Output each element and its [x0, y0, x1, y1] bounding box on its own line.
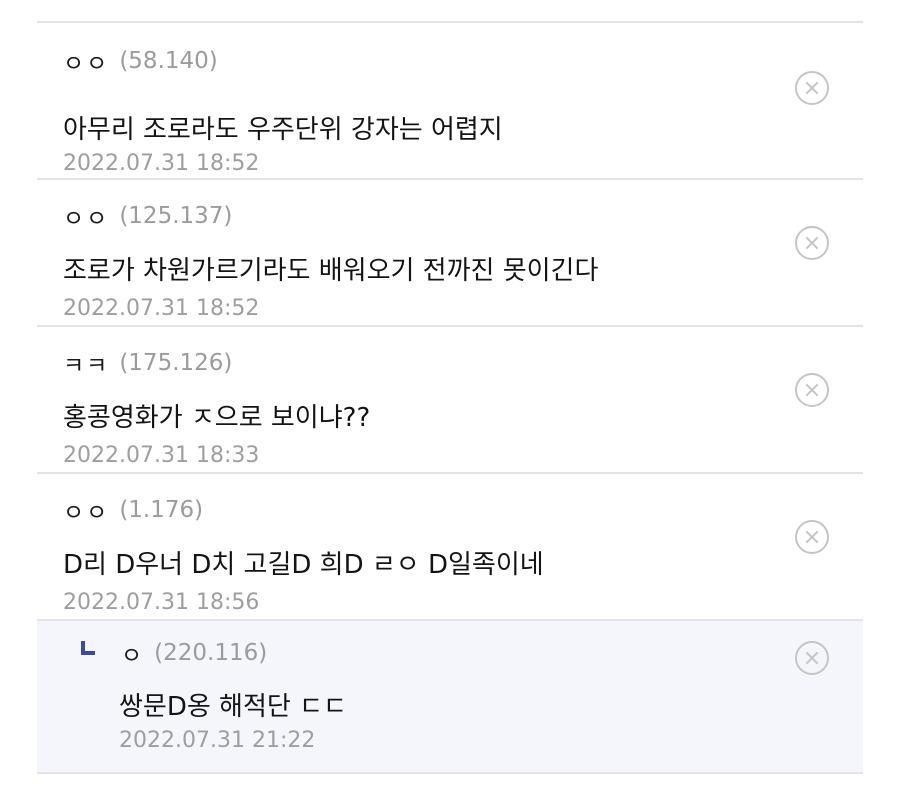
comment-ip: (125.137) — [119, 203, 233, 229]
comment-text: 아무리 조로라도 우주단위 강자는 어렵지 — [63, 115, 503, 145]
reply-ip: (220.116) — [154, 640, 268, 666]
comment-header: ㅋㅋ (175.126) — [63, 347, 232, 379]
delete-comment-icon[interactable] — [795, 226, 829, 260]
comment-text: 조로가 차원가르기라도 배워오기 전까진 못이긴다 — [63, 256, 599, 286]
comment-nickname[interactable]: ㅇㅇ — [63, 199, 109, 233]
comment-list: ㅇㅇ (58.140) 아무리 조로라도 우주단위 강자는 어렵지 2022.0… — [37, 0, 863, 774]
reply-text: 쌍문D옹 해적단 ㄷㄷ — [119, 692, 347, 722]
reply-header: ㅇ (220.116) — [81, 637, 267, 669]
comment-list-top — [37, 0, 863, 23]
comment-text: 홍콩영화가 ㅈ으로 보이냐?? — [63, 403, 371, 433]
comment-nickname[interactable]: ㅇㅇ — [63, 44, 109, 78]
reply-date: 2022.07.31 21:22 — [119, 728, 316, 753]
reply-item: ㅇ (220.116) 쌍문D옹 해적단 ㄷㄷ 2022.07.31 21:22 — [37, 619, 863, 774]
comment-ip: (58.140) — [119, 48, 218, 74]
comment-date: 2022.07.31 18:52 — [63, 151, 260, 176]
reply-arrow-icon — [81, 641, 95, 655]
comment-nickname[interactable]: ㅇㅇ — [63, 493, 109, 527]
reply-nickname[interactable]: ㅇ — [121, 636, 144, 670]
comment-date: 2022.07.31 18:33 — [63, 443, 260, 468]
comment-date: 2022.07.31 18:56 — [63, 590, 260, 615]
comment-header: ㅇㅇ (1.176) — [63, 494, 203, 526]
comment-text: D리 D우너 D치 고길D 희D ㄹㅇ D일족이네 — [63, 550, 544, 580]
comment-item: ㅇㅇ (1.176) D리 D우너 D치 고길D 희D ㄹㅇ D일족이네 202… — [37, 474, 863, 621]
comment-item: ㅋㅋ (175.126) 홍콩영화가 ㅈ으로 보이냐?? 2022.07.31 … — [37, 327, 863, 474]
delete-comment-icon[interactable] — [795, 520, 829, 554]
delete-comment-icon[interactable] — [795, 373, 829, 407]
comment-ip: (175.126) — [119, 350, 233, 376]
delete-reply-icon[interactable] — [795, 641, 829, 675]
delete-comment-icon[interactable] — [795, 71, 829, 105]
comment-header: ㅇㅇ (58.140) — [63, 45, 218, 77]
comment-header: ㅇㅇ (125.137) — [63, 200, 232, 232]
comment-date: 2022.07.31 18:52 — [63, 296, 260, 321]
comment-item: ㅇㅇ (125.137) 조로가 차원가르기라도 배워오기 전까진 못이긴다 2… — [37, 180, 863, 327]
comment-item: ㅇㅇ (58.140) 아무리 조로라도 우주단위 강자는 어렵지 2022.0… — [37, 23, 863, 180]
comment-ip: (1.176) — [119, 497, 204, 523]
comment-nickname[interactable]: ㅋㅋ — [63, 346, 109, 380]
